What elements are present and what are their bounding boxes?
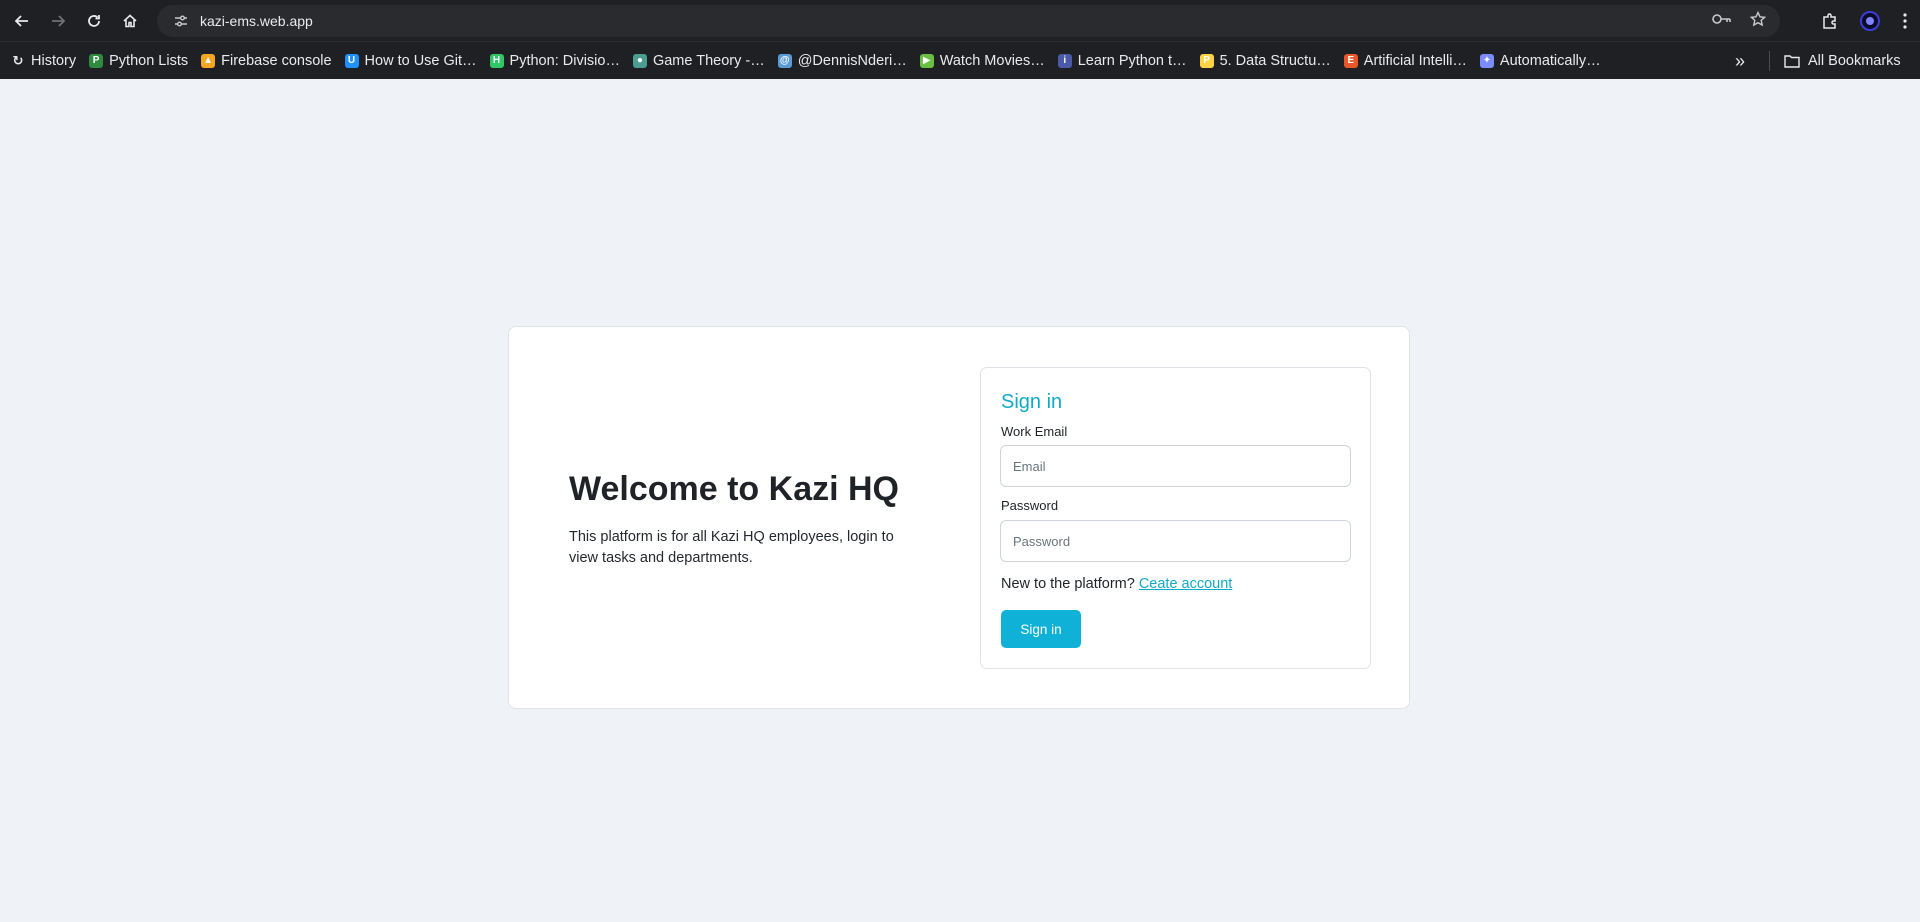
automation-favicon: ✦ [1479, 53, 1494, 68]
welcome-title: Welcome to Kazi HQ [569, 470, 899, 508]
bookmark-item[interactable]: ▲ Firebase console [201, 52, 332, 69]
bookmark-label: Automatically… [1499, 52, 1601, 69]
forward-icon[interactable] [40, 0, 76, 41]
bookmark-item[interactable]: @ @DennisNderi… [777, 52, 907, 69]
hackerrank-favicon: H [489, 53, 504, 68]
work-email-label: Work Email [1001, 424, 1068, 439]
git-guide-favicon: U [344, 53, 359, 68]
password-label: Password [1001, 498, 1059, 513]
all-bookmarks-button[interactable]: All Bookmarks [1784, 42, 1901, 80]
learn-python-favicon: i [1057, 53, 1072, 68]
firebase-favicon: ▲ [201, 53, 216, 68]
bookmark-item[interactable]: ✦ Automatically… [1479, 52, 1601, 69]
back-icon[interactable] [4, 0, 40, 41]
edx-favicon: E [1343, 53, 1358, 68]
new-account-text: New to the platform? [1001, 576, 1135, 592]
password-key-icon[interactable] [1712, 12, 1732, 31]
bookmark-label: Game Theory -… [652, 52, 765, 69]
menu-kebab-icon[interactable] [1890, 12, 1920, 29]
create-account-link[interactable]: Ceate account [1139, 576, 1233, 592]
bookmark-label: Firebase console [221, 52, 332, 69]
history-icon: ↻ [12, 52, 24, 68]
dennis-favicon: @ [777, 53, 792, 68]
bookmarks-divider [1769, 51, 1770, 71]
extensions-icon[interactable] [1810, 12, 1850, 30]
folder-icon [1784, 55, 1800, 68]
all-bookmarks-label: All Bookmarks [1808, 53, 1901, 69]
url-text[interactable]: kazi-ems.web.app [200, 13, 313, 29]
bookmark-label: @DennisNderi… [797, 52, 907, 69]
bookmark-item[interactable]: ↻ History [11, 52, 77, 69]
bookmark-label: Artificial Intelli… [1363, 52, 1467, 69]
bookmark-item[interactable]: ▶ Watch Movies… [919, 52, 1045, 69]
python-lists-favicon: P [89, 53, 104, 68]
movies-favicon: ▶ [919, 53, 934, 68]
password-input[interactable] [1000, 520, 1351, 562]
site-info-icon[interactable] [166, 13, 196, 29]
bookmark-item[interactable]: P 5. Data Structu… [1199, 52, 1331, 69]
bookmark-item[interactable]: E Artificial Intelli… [1343, 52, 1467, 69]
welcome-description: This platform is for all Kazi HQ employe… [569, 529, 894, 566]
new-account-prompt: New to the platform? Ceate account [1001, 576, 1232, 592]
bookmark-label: Watch Movies… [939, 52, 1045, 69]
bookmark-item[interactable]: H Python: Divisio… [489, 52, 620, 69]
bookmark-label: History [31, 52, 77, 69]
star-icon[interactable] [1749, 10, 1767, 32]
python-docs-favicon: P [1199, 53, 1214, 68]
email-input[interactable] [1000, 445, 1351, 487]
bookmark-label: 5. Data Structu… [1219, 52, 1331, 69]
bookmark-label: Python Lists [109, 52, 189, 69]
more-bookmarks-icon[interactable]: » [1735, 42, 1745, 80]
reload-icon[interactable] [76, 0, 112, 41]
bookmark-item[interactable]: i Learn Python t… [1057, 52, 1187, 69]
address-bar[interactable]: kazi-ems.web.app [157, 5, 1780, 37]
signin-button[interactable]: Sign in [1001, 610, 1081, 648]
bookmark-label: Learn Python t… [1077, 52, 1187, 69]
game-theory-favicon: ● [632, 53, 647, 68]
bookmark-item[interactable]: ● Game Theory -… [632, 52, 765, 69]
home-icon[interactable] [112, 0, 148, 41]
browser-toolbar: kazi-ems.web.app [0, 0, 1920, 41]
bookmark-item[interactable]: U How to Use Git… [344, 52, 477, 69]
signin-title: Sign in [1001, 391, 1063, 413]
bookmark-item[interactable]: P Python Lists [89, 53, 188, 69]
bookmark-label: How to Use Git… [364, 52, 477, 69]
bookmarks-bar: ↻ History P Python Lists ▲ Firebase console U H… [0, 41, 1920, 79]
profile-avatar[interactable] [1850, 10, 1890, 31]
bookmark-label: Python: Divisio… [509, 52, 620, 69]
